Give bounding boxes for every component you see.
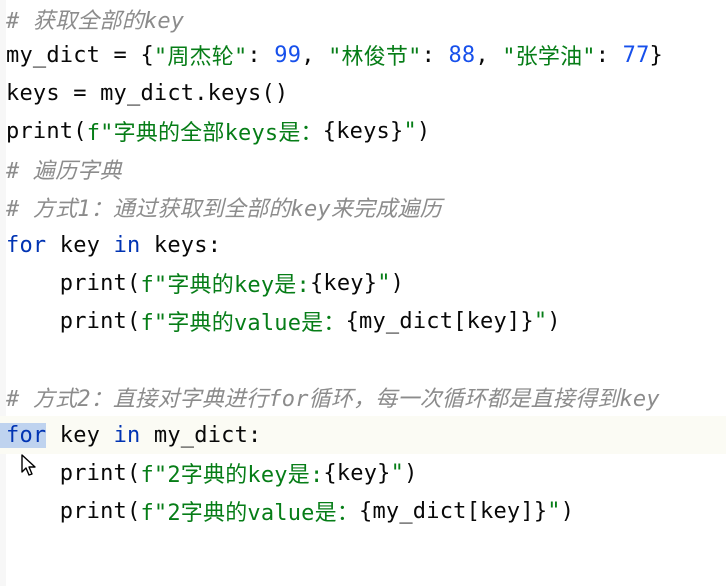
keyword: in [113,232,141,258]
code-line-9[interactable]: print ( f"字典的value是： {my_dict[key]} " ) [0,302,726,340]
code-text: {my_dict[key]} [359,498,548,524]
string-literal: " [377,270,391,296]
code-editor[interactable]: # 获取全部的key my_dict = { "周杰轮" : 99 , "林俊节… [0,0,726,586]
function-name: print [59,308,128,334]
code-text: ) [547,308,561,334]
code-line-3[interactable]: keys = my_dict.keys() [0,74,726,112]
code-text: ( [127,460,141,486]
comment: # 方式1：通过获取到全部的key来完成遍历 [6,197,442,222]
string-literal: " [533,308,548,334]
function-name: print [59,270,128,296]
code-text: ( [127,270,141,296]
mouse-pointer-icon [21,454,36,476]
string-literal: f"字典的value是： [140,311,346,336]
code-text: } [649,42,663,68]
code-text: : [247,42,275,68]
string-literal: " [390,460,405,486]
code-text: ) [390,270,405,296]
code-text: , [475,42,503,68]
code-line-14[interactable]: print ( f"2字典的value是： {my_dict[key]} " ) [0,492,726,530]
string-literal: " [547,498,561,524]
comment: # 遍历字典 [6,159,122,184]
string-literal: "林俊节" [328,45,422,70]
code-line-12[interactable]: for key in my_dict: [0,416,726,454]
function-name: print [59,498,128,524]
code-line-13[interactable]: print ( f"2字典的key是: {key} " ) [0,454,726,492]
function-name: print [6,118,74,144]
string-literal: f"2字典的key是: [140,463,324,488]
code-line-2[interactable]: my_dict = { "周杰轮" : 99 , "林俊节" : 88 , "张… [0,36,726,74]
code-text: keys: [140,232,222,258]
string-literal: "周杰轮" [153,45,248,70]
code-text: key [46,422,114,448]
code-text: my_dict: [140,422,262,448]
code-line-8[interactable]: print ( f"字典的key是: {key} " ) [0,264,726,302]
keyword: for [6,232,47,258]
keyword: in [113,422,141,448]
code-text: ) [416,118,431,144]
string-literal: f"字典的全部keys是： [86,121,323,146]
code-text: ) [560,498,575,524]
code-text: ( [127,308,141,334]
code-text: keys = my_dict.keys() [6,80,289,106]
code-text: : [421,42,449,68]
code-text: key [46,232,114,258]
selected-keyword[interactable]: for [0,422,47,448]
function-name: print [59,460,128,486]
code-line-5[interactable]: # 遍历字典 [0,150,726,188]
code-text: my_dict = { [6,42,154,68]
code-line-7[interactable]: for key in keys: [0,226,726,264]
number-literal: 88 [448,42,476,68]
number-literal: 77 [622,42,650,68]
comment: # 获取全部的key [6,9,185,34]
string-literal: "张学油" [502,45,596,70]
string-literal: f"2字典的value是： [140,501,360,526]
code-text: : [595,42,623,68]
comment: # 方式2：直接对字典进行for循环，每一次循环都是直接得到key [6,387,660,412]
code-text: {keys} [322,118,404,144]
code-text: {key} [309,270,378,296]
string-literal: " [403,118,417,144]
code-text: ( [127,498,141,524]
code-text: , [301,42,329,68]
code-line-6[interactable]: # 方式1：通过获取到全部的key来完成遍历 [0,188,726,226]
number-literal: 99 [274,42,302,68]
code-line-11[interactable]: # 方式2：直接对字典进行for循环，每一次循环都是直接得到key [0,378,726,416]
string-literal: f"字典的key是: [140,273,310,298]
code-text: {key} [323,460,391,486]
code-text: {my_dict[key]} [345,308,534,334]
code-line-10[interactable] [0,340,726,378]
code-text: ) [404,460,418,486]
code-line-1[interactable]: # 获取全部的key [0,0,726,38]
code-text: ( [73,118,87,144]
code-line-4[interactable]: print ( f"字典的全部keys是： {keys} " ) [0,112,726,150]
